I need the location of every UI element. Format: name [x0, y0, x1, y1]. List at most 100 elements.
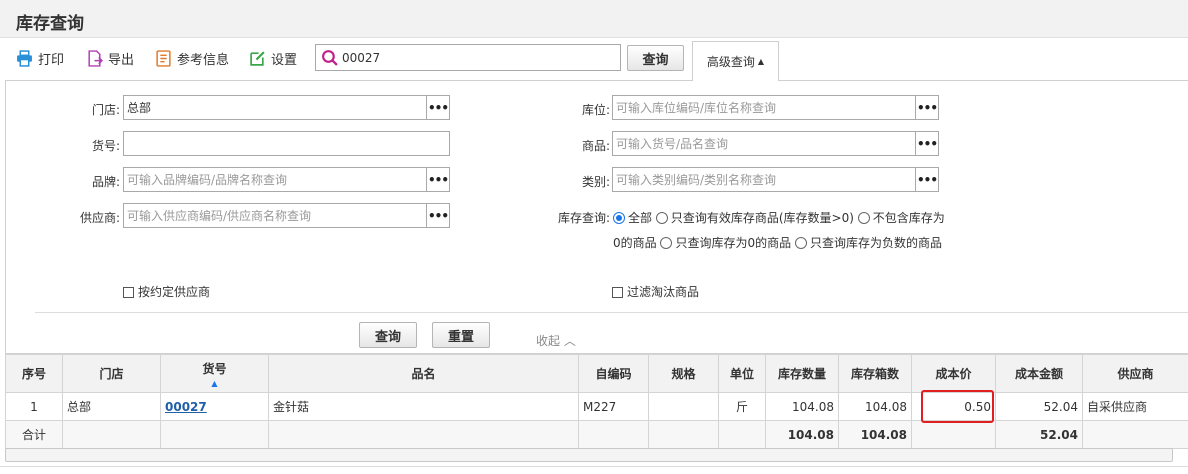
stock-query-options: 全部 只查询有效库存商品(库存数量>0) 不包含库存为0的商品 只查询库存为0的… [613, 206, 948, 256]
brand-label: 品牌: [91, 175, 120, 189]
category-placeholder[interactable]: 可输入类别编码/类别名称查询 [613, 171, 915, 188]
category-label: 类别: [581, 175, 610, 189]
supplier-placeholder[interactable]: 可输入供应商编码/供应商名称查询 [124, 207, 426, 224]
horizontal-scrollbar[interactable] [5, 448, 1173, 462]
print-label: 打印 [38, 52, 65, 68]
item-no-label: 货号: [91, 139, 120, 153]
radio-exclude-zero[interactable] [857, 212, 870, 224]
location-label: 库位: [581, 103, 610, 117]
total-label: 合计 [5, 420, 63, 449]
category-picker-button[interactable]: ••• [915, 168, 938, 191]
stock-option-negative-only[interactable]: 只查询库存为负数的商品 [794, 236, 942, 250]
col-cost-price[interactable]: 成本价 [911, 354, 996, 393]
search-input[interactable] [342, 50, 602, 65]
inventory-table: 序号 门店 货号 ▲ 品名 自编码 规格 单位 库存数量 库存箱数 成本价 成本金… [5, 354, 1188, 449]
contract-supplier-label: 按约定供应商 [138, 285, 211, 299]
reference-list-icon [156, 49, 171, 67]
cell-qty: 104.08 [765, 392, 839, 421]
stock-option-all[interactable]: 全部 [613, 211, 652, 225]
reference-info-label: 参考信息 [177, 52, 230, 68]
radio-all[interactable] [613, 212, 625, 224]
contract-supplier-checkbox[interactable] [123, 287, 134, 298]
store-field[interactable]: 总部 ••• [123, 95, 450, 120]
col-qty[interactable]: 库存数量 [765, 354, 839, 393]
location-field[interactable]: 可输入库位编码/库位名称查询 ••• [612, 95, 939, 120]
radio-negative-only[interactable] [794, 237, 807, 249]
panel-query-button[interactable]: 查询 [359, 322, 417, 348]
panel-divider [35, 312, 1188, 313]
store-picker-button[interactable]: ••• [426, 96, 449, 119]
caret-up-icon: ▲ [757, 57, 765, 66]
cell-supplier: 自采供应商 [1082, 392, 1188, 421]
query-button[interactable]: 查询 [627, 45, 684, 71]
contract-supplier-option[interactable]: 按约定供应商 [123, 283, 210, 300]
table-row[interactable]: 1 总部 00027 金针菇 M227 斤 104.08 104.08 0.50… [5, 392, 1188, 421]
location-placeholder[interactable]: 可输入库位编码/库位名称查询 [613, 99, 915, 116]
store-label: 门店: [91, 103, 120, 117]
cell-self-code: M227 [578, 392, 649, 421]
product-picker-button[interactable]: ••• [915, 132, 938, 155]
total-row: 合计 104.08 104.08 52.04 [5, 420, 1188, 449]
brand-field[interactable]: 可输入品牌编码/品牌名称查询 ••• [123, 167, 450, 192]
chevron-up-icon: ︿ [563, 334, 576, 348]
store-value[interactable]: 总部 [124, 99, 426, 116]
cell-cost-amount: 52.04 [995, 392, 1083, 421]
item-no-field[interactable] [123, 131, 450, 156]
search-field[interactable] [315, 44, 621, 71]
col-code[interactable]: 货号 ▲ [160, 354, 269, 393]
settings-button[interactable]: 设置 [249, 47, 297, 69]
cell-name: 金针菇 [268, 392, 579, 421]
filter-discontinued-checkbox[interactable] [612, 287, 623, 298]
collapse-label: 收起 [536, 334, 561, 348]
col-boxes[interactable]: 库存箱数 [838, 354, 912, 393]
title-bar: 库存查询 [0, 0, 1188, 38]
radio-zero-only[interactable] [660, 237, 673, 249]
stock-option-zero-only[interactable]: 只查询库存为0的商品 [660, 236, 791, 250]
item-code-link[interactable]: 00027 [165, 400, 207, 414]
settings-edit-icon [250, 50, 265, 66]
advanced-query-label: 高级查询 [706, 55, 755, 69]
reference-info-button[interactable]: 参考信息 [155, 47, 229, 69]
col-cost-amount[interactable]: 成本金额 [995, 354, 1083, 393]
cell-boxes: 104.08 [838, 392, 912, 421]
cell-seq: 1 [5, 392, 63, 421]
cell-unit: 斤 [718, 392, 766, 421]
panel-reset-button[interactable]: 重置 [432, 322, 490, 348]
cell-spec [648, 392, 719, 421]
location-picker-button[interactable]: ••• [915, 96, 938, 119]
col-name[interactable]: 品名 [268, 354, 579, 393]
stock-option-positive[interactable]: 只查询有效库存商品(库存数量>0) [655, 211, 854, 225]
total-boxes: 104.08 [838, 420, 912, 449]
print-button[interactable]: 打印 [16, 47, 64, 69]
radio-positive[interactable] [655, 212, 668, 224]
col-supplier[interactable]: 供应商 [1082, 354, 1188, 393]
product-label: 商品: [581, 139, 610, 153]
col-store[interactable]: 门店 [62, 354, 161, 393]
tab-advanced-query[interactable]: 高级查询 ▲ [692, 41, 779, 81]
page-title: 库存查询 [16, 14, 84, 34]
export-label: 导出 [108, 52, 135, 68]
col-spec[interactable]: 规格 [648, 354, 719, 393]
supplier-field[interactable]: 可输入供应商编码/供应商名称查询 ••• [123, 203, 450, 228]
bottom-divider [0, 466, 1188, 467]
product-field[interactable]: 可输入货号/品名查询 ••• [612, 131, 939, 156]
printer-icon [17, 49, 32, 67]
supplier-picker-button[interactable]: ••• [426, 204, 449, 227]
total-cost-amount: 52.04 [995, 420, 1083, 449]
collapse-toggle[interactable]: 收起 ︿ [536, 332, 576, 349]
category-field[interactable]: 可输入类别编码/类别名称查询 ••• [612, 167, 939, 192]
filter-discontinued-label: 过滤淘汰商品 [627, 285, 700, 299]
export-icon [88, 49, 103, 67]
col-unit[interactable]: 单位 [718, 354, 766, 393]
total-qty: 104.08 [765, 420, 839, 449]
sort-asc-icon[interactable]: ▲ [162, 379, 268, 388]
brand-placeholder[interactable]: 可输入品牌编码/品牌名称查询 [124, 171, 426, 188]
product-placeholder[interactable]: 可输入货号/品名查询 [613, 135, 915, 152]
brand-picker-button[interactable]: ••• [426, 168, 449, 191]
export-button[interactable]: 导出 [86, 47, 134, 69]
col-self-code[interactable]: 自编码 [578, 354, 649, 393]
table-header-row: 序号 门店 货号 ▲ 品名 自编码 规格 单位 库存数量 库存箱数 成本价 成本金… [5, 354, 1188, 393]
search-icon [322, 50, 338, 66]
filter-discontinued-option[interactable]: 过滤淘汰商品 [612, 283, 699, 300]
supplier-label: 供应商: [79, 211, 120, 225]
